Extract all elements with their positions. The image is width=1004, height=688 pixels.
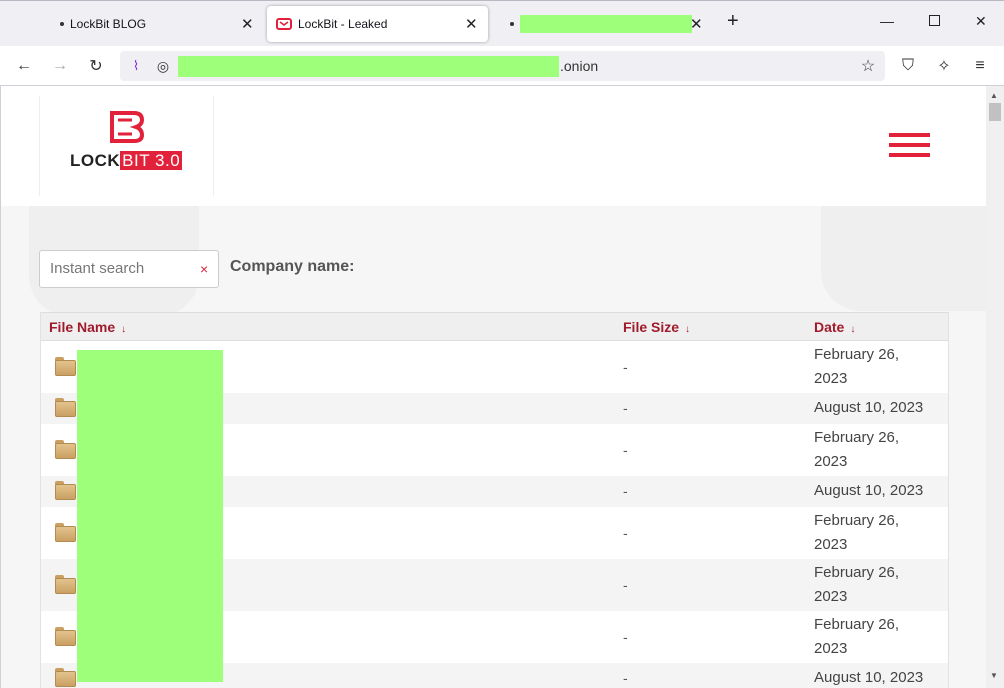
file-size: - (623, 670, 628, 686)
folder-icon (55, 627, 76, 646)
new-tab-button[interactable]: + (727, 10, 739, 33)
page-viewport: LOCKBIT 3.0 × Company name: File Name↓ F… (0, 86, 986, 688)
file-date: February 26, 2023 (814, 429, 900, 470)
onion-icon[interactable]: ◎ (153, 56, 173, 76)
logo-wordmark: LOCK BIT 3.0 (70, 151, 183, 171)
folder-icon (55, 575, 76, 594)
file-date: August 10, 2023 (814, 482, 924, 499)
lockbit-favicon-icon (276, 18, 292, 30)
folder-icon (55, 357, 76, 376)
sort-arrow-icon: ↓ (850, 324, 856, 335)
redacted-tab-title (520, 15, 692, 33)
instant-search-input[interactable] (50, 260, 190, 277)
site-header: LOCK BIT 3.0 (1, 86, 986, 206)
back-arrow-icon[interactable]: ← (14, 56, 34, 76)
column-header-date[interactable]: Date ↓ (814, 319, 855, 335)
url-bar[interactable]: ⌇ ◎ .onion ☆ (120, 51, 885, 81)
tab-lockbit-blog[interactable]: LockBit BLOG ✕ (60, 6, 260, 42)
menu-icon[interactable]: ≡ (970, 56, 990, 76)
hamburger-menu-icon[interactable] (889, 133, 930, 159)
logo-part-bit: BIT 3.0 (120, 151, 183, 170)
folder-icon (55, 523, 76, 542)
column-header-file-name[interactable]: File Name ↓ (49, 319, 126, 335)
redacted-file-names (77, 350, 223, 682)
file-size: - (623, 525, 628, 541)
file-date: August 10, 2023 (814, 399, 924, 416)
tab-unread-dot (510, 22, 514, 26)
folder-icon (55, 440, 76, 459)
url-suffix: .onion (560, 58, 599, 74)
tor-circuit-icon[interactable]: ⌇ (126, 56, 146, 76)
tab-title: LockBit BLOG (70, 17, 147, 31)
file-size: - (623, 483, 628, 499)
window-close-icon[interactable]: ✕ (975, 13, 987, 30)
reload-icon[interactable]: ↻ (86, 56, 106, 76)
scroll-thumb[interactable] (989, 103, 1001, 121)
column-header-file-size[interactable]: File Size ↓ (623, 319, 690, 335)
minimize-icon[interactable]: — (880, 13, 894, 29)
folder-icon (55, 668, 76, 687)
file-size: - (623, 359, 628, 375)
background-shape (821, 206, 986, 311)
file-size: - (623, 577, 628, 593)
forward-arrow-icon[interactable]: → (50, 56, 70, 76)
file-date: February 26, 2023 (814, 564, 900, 605)
folder-icon (55, 398, 76, 417)
file-size: - (623, 629, 628, 645)
file-date: February 26, 2023 (814, 512, 900, 553)
table-header: File Name ↓ File Size ↓ Date ↓ (41, 312, 948, 341)
nav-bar: ← → ↻ ⌇ ◎ .onion ☆ ⛉ ✧ ≡ (0, 46, 1004, 86)
lockbit-logo-icon (110, 111, 145, 143)
file-date: February 26, 2023 (814, 346, 900, 387)
redacted-url (178, 56, 559, 77)
tab-unread-dot (60, 22, 64, 26)
magic-wand-icon[interactable]: ✧ (934, 56, 954, 76)
close-tab-icon[interactable]: ✕ (465, 15, 478, 33)
company-name-label: Company name: (230, 258, 355, 275)
shield-icon[interactable]: ⛉ (898, 56, 918, 76)
file-date: August 10, 2023 (814, 669, 924, 686)
tab-lockbit-leaked[interactable]: LockBit - Leaked ✕ (267, 6, 488, 42)
bookmark-star-icon[interactable]: ☆ (858, 56, 878, 76)
sort-arrow-icon: ↓ (685, 324, 691, 335)
page-scrollbar[interactable]: ▲ ▼ (986, 86, 1004, 688)
tab-strip: LockBit BLOG ✕ LockBit - Leaked ✕ ✕ + — … (0, 0, 1004, 46)
maximize-icon[interactable] (929, 15, 940, 26)
logo-container[interactable]: LOCK BIT 3.0 (39, 96, 214, 196)
sort-arrow-icon: ↓ (121, 324, 127, 335)
search-clear-icon[interactable]: × (200, 261, 208, 277)
tab-title: LockBit - Leaked (298, 17, 388, 31)
file-size: - (623, 442, 628, 458)
folder-icon (55, 481, 76, 500)
scroll-down-arrow-icon[interactable]: ▼ (990, 671, 998, 680)
file-size: - (623, 400, 628, 416)
file-date: February 26, 2023 (814, 616, 900, 657)
close-tab-icon[interactable]: ✕ (690, 15, 703, 33)
tab-redacted[interactable]: ✕ (510, 6, 705, 42)
scroll-up-arrow-icon[interactable]: ▲ (990, 91, 998, 100)
instant-search-box[interactable]: × (39, 250, 219, 288)
close-tab-icon[interactable]: ✕ (241, 15, 254, 33)
logo-part-lock: LOCK (70, 151, 121, 170)
